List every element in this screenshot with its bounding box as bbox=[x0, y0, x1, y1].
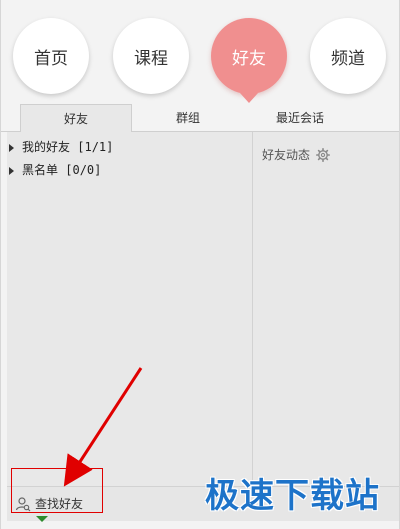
nav-home-button[interactable]: 首页 bbox=[13, 18, 89, 94]
nav-channels-button[interactable]: 频道 bbox=[310, 18, 386, 94]
group-count: [0/0] bbox=[65, 163, 102, 177]
feed-title: 好友动态 bbox=[262, 148, 311, 162]
friend-group-my-friends[interactable]: 我的好友 [1/1] bbox=[7, 136, 113, 158]
app-window: 首页 课程 好友 频道 好友 群组 最近会话 我的好友 [1/1] 黑名单 [0… bbox=[0, 0, 400, 529]
friend-list-panel: 我的好友 [1/1] 黑名单 [0/0] bbox=[7, 132, 253, 486]
feed-header: 好友动态 bbox=[262, 146, 331, 163]
active-indicator-caret bbox=[36, 516, 48, 522]
nav-courses-button[interactable]: 课程 bbox=[113, 18, 189, 94]
user-search-icon bbox=[15, 497, 31, 512]
find-friends-label: 查找好友 bbox=[35, 497, 84, 511]
main-nav: 首页 课程 好友 频道 bbox=[1, 0, 399, 104]
tab-friends[interactable]: 好友 bbox=[20, 104, 132, 133]
group-name: 我的好友 bbox=[22, 140, 71, 154]
tab-recent-chats[interactable]: 最近会话 bbox=[244, 104, 356, 132]
tab-groups[interactable]: 群组 bbox=[132, 104, 244, 132]
bottom-bar: 查找好友 bbox=[7, 486, 399, 522]
find-friends-button[interactable]: 查找好友 bbox=[15, 495, 83, 513]
expand-arrow-icon[interactable] bbox=[9, 166, 14, 175]
group-name: 黑名单 bbox=[22, 163, 59, 177]
gear-icon[interactable] bbox=[316, 147, 331, 162]
expand-arrow-icon[interactable] bbox=[9, 143, 14, 152]
group-count: [1/1] bbox=[77, 140, 114, 154]
nav-friends-button[interactable]: 好友 bbox=[211, 18, 287, 103]
tab-bar: 好友 群组 最近会话 bbox=[1, 104, 399, 133]
friend-feed-panel: 好友动态 bbox=[253, 132, 399, 486]
friend-group-blacklist[interactable]: 黑名单 [0/0] bbox=[7, 159, 101, 181]
